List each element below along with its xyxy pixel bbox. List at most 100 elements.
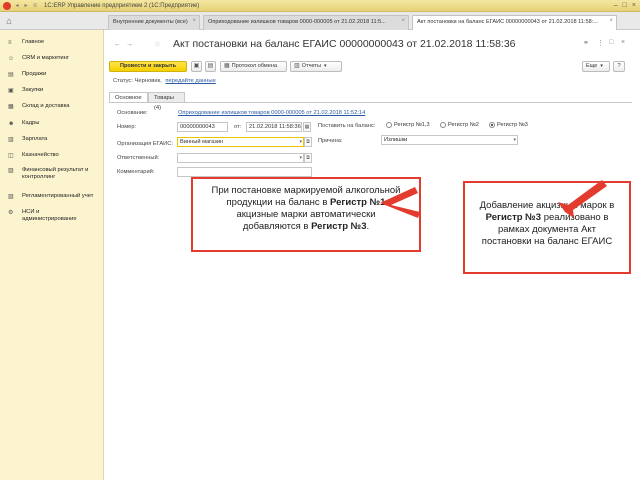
sidebar-item-admin[interactable]: ⚙ НСИ и администрирование [0,209,80,223]
window-title: 1С:ERP Управление предприятием 2 (1С:Пре… [44,2,200,9]
back-icon[interactable]: ◂ [14,3,20,9]
sidebar-item-accounting[interactable]: ▧ Регламентированный учет [0,193,96,200]
org-value: Винный магазин [180,139,224,145]
help-button[interactable]: ? [613,61,625,72]
close-tab-icon[interactable]: × [401,18,405,24]
callout-line: добавляются в Регистр №3. [193,221,419,233]
register-radio-label: Регистр №3 [497,122,528,128]
save-button[interactable]: ▣ [191,61,202,72]
log-icon: ▦ [224,63,230,69]
home-icon[interactable]: ⌂ [3,15,15,27]
callout-line: Добавление акцизных марок в [479,200,615,211]
sidebar-item-staff[interactable]: ☻ Кадры [0,120,39,127]
date-field[interactable]: 21.02.2018 11:58:36 [246,122,302,132]
salary-icon: ▥ [8,137,14,143]
responsible-field[interactable]: ▾ [177,153,304,163]
post-icon: ▤ [207,63,214,69]
callout-line: Регистр №3 реализовано в [465,212,629,224]
menu-icon: ≡ [8,40,12,46]
maximize-icon[interactable]: □ [623,2,627,10]
close-tab-icon[interactable]: × [192,18,196,24]
callout-bold: Регистр №3 [485,212,542,223]
tab-surplus-posting[interactable]: Оприходование излишков товаров 0000-0000… [203,15,409,30]
reports-label: Отчеты [301,63,322,69]
link-icon[interactable]: ⚭ [583,39,589,47]
reason-field[interactable]: Излишки ▾ [381,135,518,145]
status-value: Черновик, [134,78,162,84]
number-field[interactable]: 00000000043 [177,122,228,132]
window-controls: – □ × [614,2,636,10]
reports-icon: ▥ [294,63,300,69]
chevron-down-icon: ▾ [600,63,603,69]
help-icon: ? [617,63,621,69]
send-data-link[interactable]: передайте данные [165,78,215,84]
more-label: Еще [586,63,598,69]
callout-bold: Регистр №3 [311,221,367,232]
basis-link[interactable]: Оприходование излишков товаров 0000-0000… [178,110,365,116]
basis-label: Основание: [117,110,148,116]
sidebar-item-finance[interactable]: ▨ Финансовый результат и контроллинг [0,167,96,181]
register-radio-2[interactable]: Регистр №2 [440,122,479,128]
window-max-icon[interactable]: □ [609,39,613,46]
menu-icon[interactable]: ≡ [32,3,38,9]
more-dots-icon[interactable]: ⋮ [597,39,604,47]
sidebar-item-purchases[interactable]: ▣ Закупки [0,87,43,94]
callout-text: . [366,221,370,232]
sidebar: ≡ Главное ☺ CRM и маркетинг ▤ Продажи ▣ Заку… [0,30,104,480]
callout-line: акцизные марки автоматически [236,209,376,220]
reports-button[interactable]: ▥ Отчеты ▾ [290,61,342,72]
open-responsible-icon[interactable]: ⧉ [304,153,312,163]
callout-text: продукции на баланс в [226,197,328,208]
app-logo-icon [3,1,11,10]
favorite-star-icon[interactable]: ☆ [153,40,162,49]
post-and-close-button[interactable]: Провести и закрыть [109,61,187,72]
calendar-icon[interactable]: ▦ [303,122,311,132]
close-icon[interactable]: × [632,2,636,10]
comment-field[interactable] [177,167,312,177]
sales-icon: ▤ [8,72,14,78]
callout-text: реализовано в [543,212,609,223]
forward-arrow-icon[interactable]: → [125,40,134,49]
register-radio-label: Регистр №1,3 [394,122,430,128]
org-label: Организация ЕГАИС: [117,141,173,147]
open-org-icon[interactable]: ⧉ [304,137,312,147]
callout-line: продукции на баланс в Регистр №1 [193,197,419,209]
sidebar-item-treasury[interactable]: ◫ Казначейство [0,152,59,159]
sidebar-item-sales[interactable]: ▤ Продажи [0,71,46,78]
sidebar-item-salary[interactable]: ▥ Зарплата [0,136,47,143]
post-button[interactable]: ▤ [205,61,216,72]
sidebar-item-main[interactable]: ≡ Главное [0,39,44,46]
close-form-icon[interactable]: × [621,39,625,46]
tab-label: Акт постановки на баланс ЕГАИС 000000000… [417,19,598,25]
callout-line: рамках документа Акт [497,224,597,235]
sidebar-item-crm[interactable]: ☺ CRM и маркетинг [0,55,69,62]
reason-value: Излишки [384,137,408,143]
tab-egais-act[interactable]: Акт постановки на баланс ЕГАИС 000000000… [412,15,617,30]
chevron-down-icon[interactable]: ▾ [513,136,516,144]
close-tab-icon[interactable]: × [609,18,613,24]
forward-icon[interactable]: ▸ [23,3,29,9]
callout-bold: Регистр №1 [330,197,386,208]
tab-internal-docs[interactable]: Внутренние документы (все) × [108,15,200,30]
callout-left: При постановке маркируемой алкогольной п… [191,177,421,252]
radio-icon [440,122,446,128]
staff-icon: ☻ [8,121,15,127]
callout-right: Добавление акцизных марок в Регистр №3 р… [463,181,631,274]
more-button[interactable]: Еще ▾ [582,61,610,72]
sidebar-item-warehouse[interactable]: ▦ Склад и доставка [0,103,70,110]
register-radio-1[interactable]: Регистр №1,3 [386,122,430,128]
responsible-label: Ответственный: [117,155,160,161]
radio-icon [386,122,392,128]
org-field[interactable]: Винный магазин ▾ [177,137,304,147]
minimize-icon[interactable]: – [614,2,618,10]
register-radio-3[interactable]: Регистр №3 [489,122,528,128]
status-label: Статус: [113,78,133,84]
page-title: Акт постановки на баланс ЕГАИС 000000000… [173,38,516,50]
chevron-down-icon[interactable]: ▾ [299,154,302,162]
accounting-icon: ▧ [8,194,14,200]
chevron-down-icon[interactable]: ▾ [299,138,302,146]
back-arrow-icon[interactable]: ← [113,40,122,49]
purchases-icon: ▣ [8,88,14,94]
exchange-log-button[interactable]: ▦ Протокол обмена [220,61,287,72]
finance-icon: ▨ [8,168,14,174]
